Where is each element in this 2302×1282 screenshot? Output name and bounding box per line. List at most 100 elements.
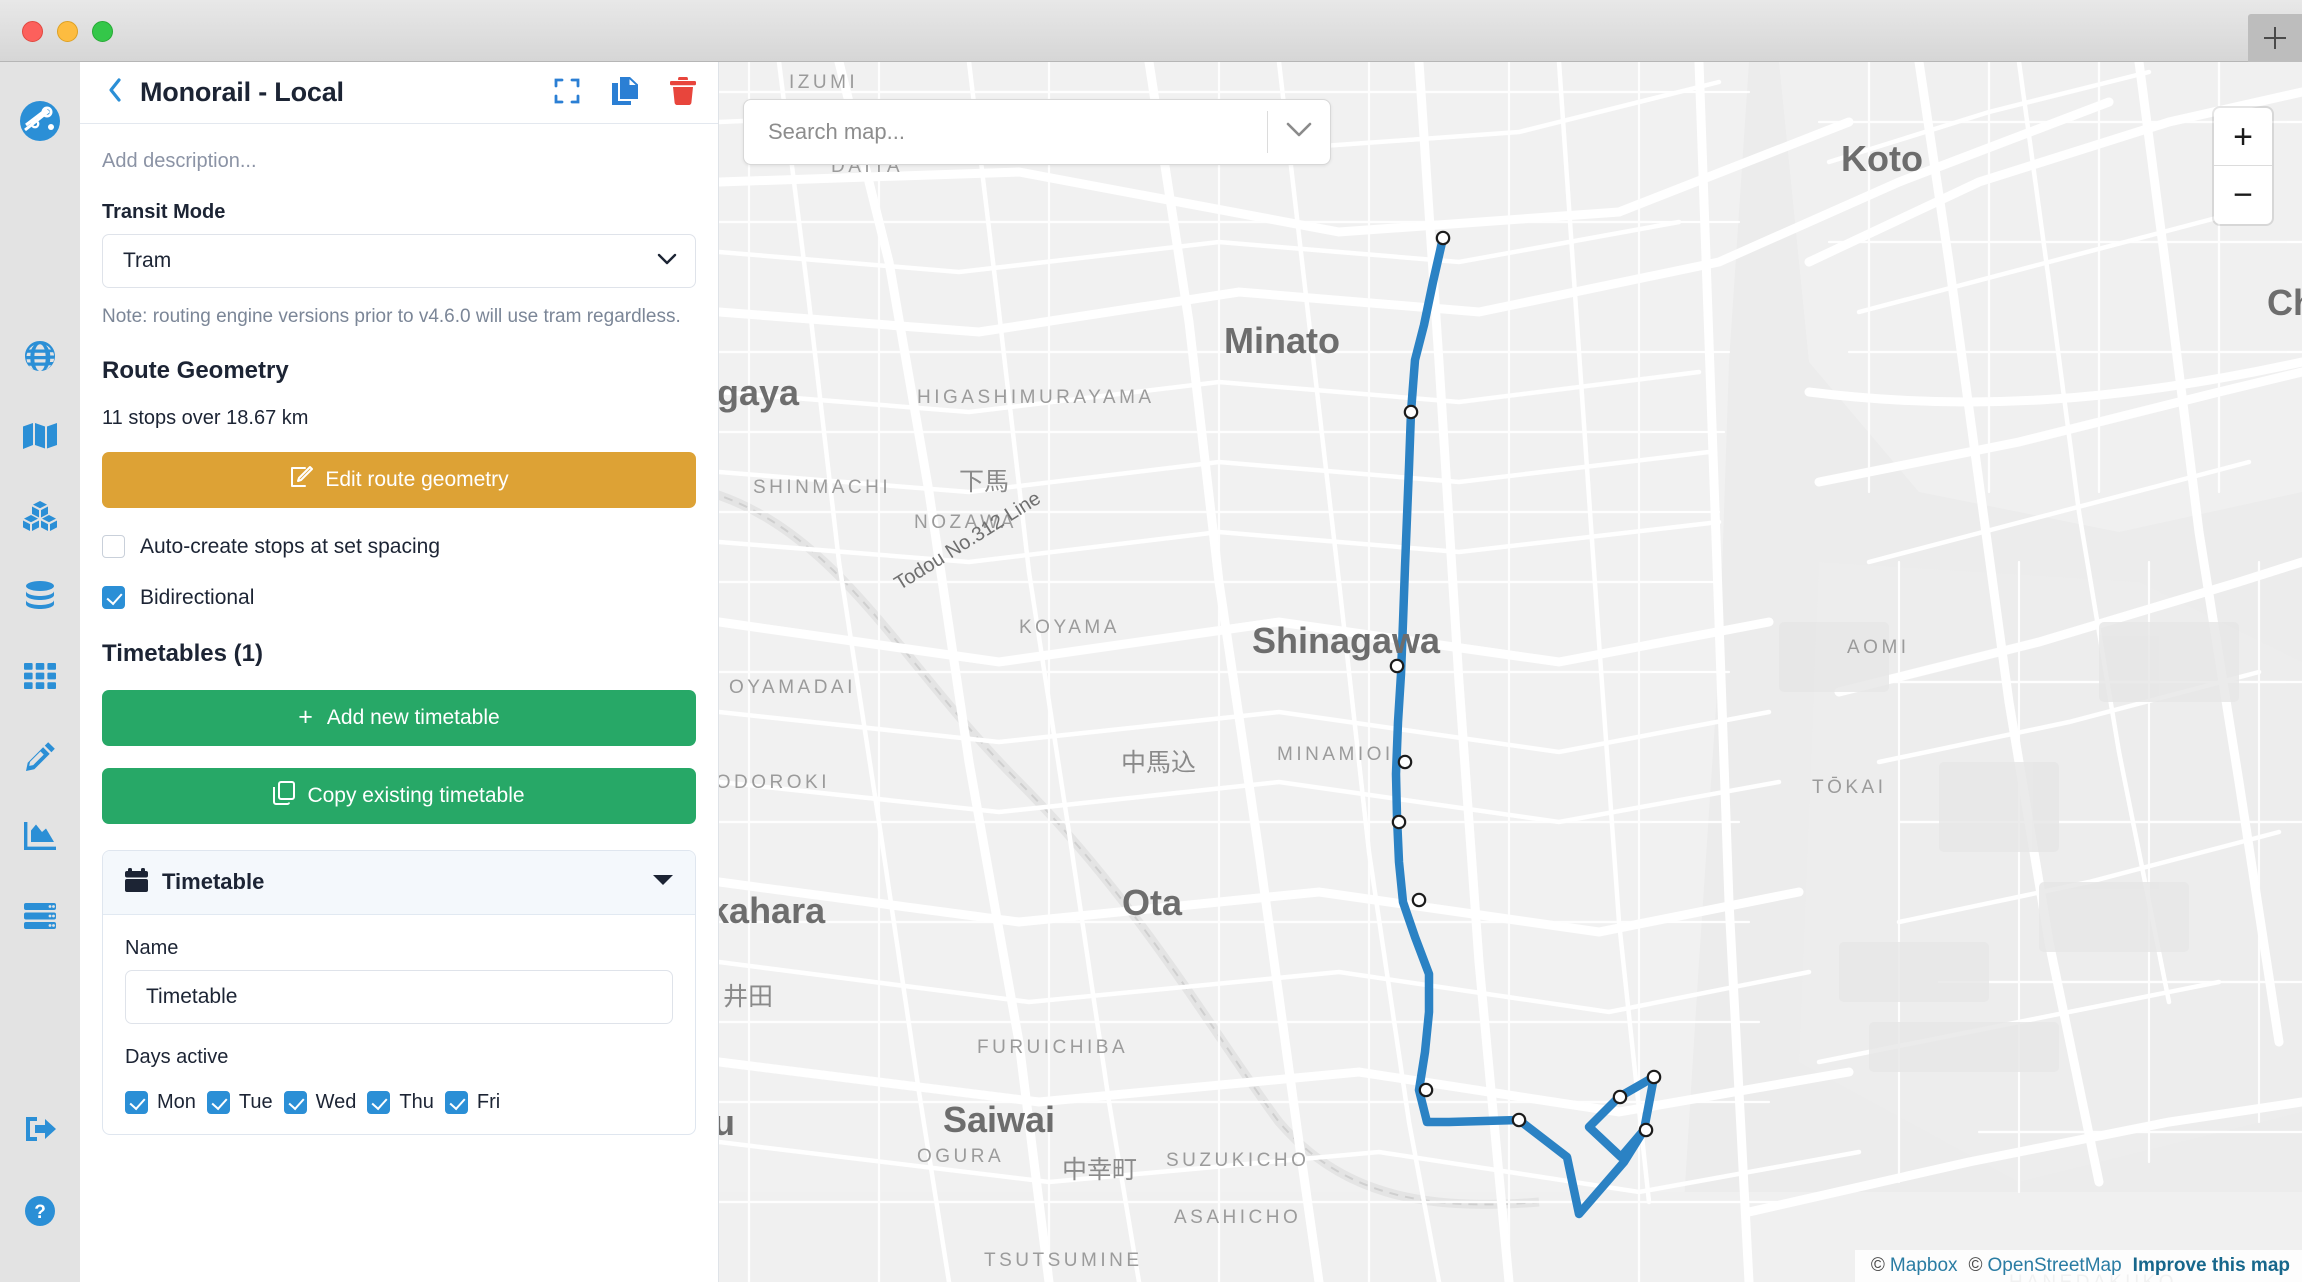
day-label-wed: Wed bbox=[316, 1091, 357, 1114]
search-input[interactable] bbox=[744, 100, 1267, 164]
sidebar-item-servers[interactable] bbox=[0, 889, 80, 943]
map-canvas[interactable]: IZUMIKITAZAWADAITAMinatoKotoChuoSHINSUNA… bbox=[719, 62, 2302, 1282]
add-new-timetable-label: Add new timetable bbox=[327, 706, 500, 730]
bidirectional-checkbox-row[interactable]: Bidirectional bbox=[102, 586, 696, 610]
logo-icon bbox=[19, 100, 61, 142]
database-icon bbox=[24, 580, 56, 612]
app-sidebar: ? bbox=[0, 62, 80, 1282]
day-toggle-wed[interactable]: Wed bbox=[284, 1091, 357, 1114]
sidebar-item-globe[interactable] bbox=[0, 329, 80, 383]
window-minimize-button[interactable] bbox=[57, 21, 78, 42]
day-toggle-thu[interactable]: Thu bbox=[367, 1091, 433, 1114]
day-checkbox-thu[interactable] bbox=[367, 1091, 390, 1114]
chevron-down-icon bbox=[657, 252, 677, 270]
caret-down-icon[interactable] bbox=[653, 873, 673, 891]
sidebar-item-layers[interactable] bbox=[0, 489, 80, 543]
sidebar-item-edit[interactable] bbox=[0, 729, 80, 783]
help-icon: ? bbox=[24, 1195, 56, 1227]
route-stop-marker[interactable] bbox=[1640, 1124, 1652, 1136]
route-stop-marker[interactable] bbox=[1391, 660, 1403, 672]
new-tab-button[interactable] bbox=[2248, 14, 2302, 62]
copy-existing-timetable-button[interactable]: Copy existing timetable bbox=[102, 768, 696, 824]
sidebar-item-logout[interactable] bbox=[0, 1102, 80, 1156]
route-stop-marker[interactable] bbox=[1413, 894, 1425, 906]
trash-icon bbox=[670, 77, 696, 110]
route-geometry-heading: Route Geometry bbox=[102, 357, 696, 385]
route-stop-marker[interactable] bbox=[1437, 232, 1449, 244]
sidebar-item-app-logo[interactable] bbox=[0, 94, 80, 148]
map-icon bbox=[23, 422, 57, 450]
improve-map-link[interactable]: Improve this map bbox=[2133, 1255, 2290, 1277]
window-zoom-button[interactable] bbox=[92, 21, 113, 42]
logout-icon bbox=[24, 1115, 56, 1143]
expand-icon bbox=[554, 78, 580, 109]
copyright-icon: © bbox=[1871, 1255, 1885, 1277]
sidebar-item-help[interactable]: ? bbox=[0, 1184, 80, 1238]
page-title: Monorail - Local bbox=[140, 77, 344, 108]
edit-square-icon bbox=[289, 465, 313, 495]
globe-icon bbox=[24, 340, 56, 372]
transit-mode-select[interactable]: Tram bbox=[102, 234, 696, 288]
day-checkbox-mon[interactable] bbox=[125, 1091, 148, 1114]
transit-mode-value: Tram bbox=[123, 249, 171, 273]
route-stop-marker[interactable] bbox=[1420, 1084, 1432, 1096]
route-stop-marker[interactable] bbox=[1648, 1071, 1660, 1083]
sidebar-item-database[interactable] bbox=[0, 569, 80, 623]
day-toggle-mon[interactable]: Mon bbox=[125, 1091, 196, 1114]
route-stop-marker[interactable] bbox=[1614, 1091, 1626, 1103]
cubes-icon bbox=[23, 501, 57, 531]
autocreate-stops-checkbox-row[interactable]: Auto-create stops at set spacing bbox=[102, 535, 696, 559]
sidebar-item-map[interactable] bbox=[0, 409, 80, 463]
copy-existing-timetable-label: Copy existing timetable bbox=[307, 784, 524, 808]
timetables-heading: Timetables (1) bbox=[102, 640, 696, 668]
day-toggle-tue[interactable]: Tue bbox=[207, 1091, 273, 1114]
autocreate-stops-label: Auto-create stops at set spacing bbox=[140, 535, 440, 559]
copy-icon bbox=[612, 77, 638, 110]
window-titlebar bbox=[0, 0, 2302, 62]
sidebar-item-analytics[interactable] bbox=[0, 809, 80, 863]
days-active-label: Days active bbox=[125, 1046, 673, 1069]
day-label-fri: Fri bbox=[477, 1091, 500, 1114]
search-dropdown-button[interactable] bbox=[1268, 122, 1330, 142]
plus-icon bbox=[2264, 27, 2286, 49]
bidirectional-label: Bidirectional bbox=[140, 586, 254, 610]
day-checkbox-fri[interactable] bbox=[445, 1091, 468, 1114]
day-label-mon: Mon bbox=[157, 1091, 196, 1114]
delete-button[interactable] bbox=[670, 77, 696, 110]
description-input[interactable]: Add description... bbox=[102, 150, 696, 173]
svg-text:?: ? bbox=[34, 1202, 46, 1223]
map-search-box[interactable] bbox=[743, 99, 1331, 165]
day-checkbox-wed[interactable] bbox=[284, 1091, 307, 1114]
panel-body: Add description... Transit Mode Tram Not… bbox=[80, 150, 718, 1135]
route-stop-marker[interactable] bbox=[1393, 816, 1405, 828]
expand-button[interactable] bbox=[554, 78, 580, 109]
timetable-card-header[interactable]: Timetable bbox=[103, 851, 695, 915]
openstreetmap-link[interactable]: OpenStreetMap bbox=[1988, 1255, 2122, 1277]
day-toggle-fri[interactable]: Fri bbox=[445, 1091, 500, 1114]
duplicate-button[interactable] bbox=[612, 77, 638, 110]
route-geometry-summary: 11 stops over 18.67 km bbox=[102, 407, 696, 430]
server-icon bbox=[24, 903, 56, 929]
bidirectional-checkbox[interactable] bbox=[102, 586, 125, 609]
timetable-name-input[interactable] bbox=[125, 970, 673, 1024]
chevron-down-icon bbox=[1286, 122, 1312, 142]
route-stop-marker[interactable] bbox=[1399, 756, 1411, 768]
map-attribution: © Mapbox © OpenStreetMap Improve this ma… bbox=[1855, 1250, 2302, 1282]
map-zoom-controls: + − bbox=[2214, 108, 2272, 224]
basemap-graphic bbox=[719, 62, 2302, 1282]
timetable-card-title: Timetable bbox=[162, 869, 264, 895]
autocreate-stops-checkbox[interactable] bbox=[102, 535, 125, 558]
edit-route-geometry-button[interactable]: Edit route geometry bbox=[102, 452, 696, 508]
add-new-timetable-button[interactable]: + Add new timetable bbox=[102, 690, 696, 746]
route-stop-marker[interactable] bbox=[1513, 1114, 1525, 1126]
timetable-name-label: Name bbox=[125, 937, 673, 960]
window-close-button[interactable] bbox=[22, 21, 43, 42]
zoom-in-button[interactable]: + bbox=[2214, 108, 2272, 166]
back-button[interactable] bbox=[102, 80, 128, 106]
day-checkbox-tue[interactable] bbox=[207, 1091, 230, 1114]
mapbox-link[interactable]: Mapbox bbox=[1890, 1255, 1958, 1277]
route-stop-marker[interactable] bbox=[1405, 406, 1417, 418]
zoom-out-button[interactable]: − bbox=[2214, 166, 2272, 224]
panel-header-actions bbox=[554, 62, 696, 124]
sidebar-item-grid[interactable] bbox=[0, 649, 80, 703]
